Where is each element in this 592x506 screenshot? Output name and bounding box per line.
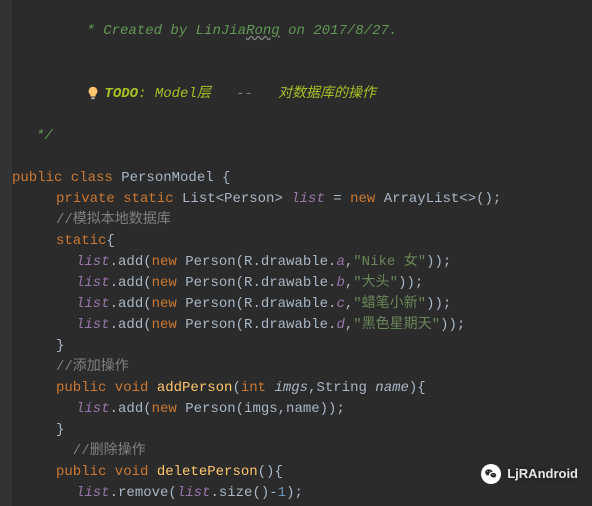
stmt-line: list.add(new Person(R.drawable.c,"蜡笔小新")… (12, 294, 592, 315)
comment-line: //删除操作 (12, 441, 592, 462)
blank-line (12, 147, 592, 168)
brace-line: } (12, 420, 592, 441)
doc-comment-end: */ (12, 126, 592, 147)
stmt-line: list.add(new Person(imgs,name)); (12, 399, 592, 420)
stmt-line: list.remove(list.size()-1); (12, 483, 592, 504)
static-block: static{ (12, 231, 592, 252)
stmt-line: list.add(new Person(R.drawable.a,"Nike 女… (12, 252, 592, 273)
method-decl: public void addPerson(int imgs,String na… (12, 378, 592, 399)
brace-line: } (12, 336, 592, 357)
comment-line: //添加操作 (12, 357, 592, 378)
doc-comment-line: * Created by LinJiaRong on 2017/8/27. (12, 0, 592, 63)
stmt-line: list.add(new Person(R.drawable.b,"大头")); (12, 273, 592, 294)
comment-line: //模拟本地数据库 (12, 210, 592, 231)
field-decl: private static List<Person> list = new A… (12, 189, 592, 210)
stmt-line: list.add(new Person(R.drawable.d,"黑色星期天"… (12, 315, 592, 336)
code-editor[interactable]: * Created by LinJiaRong on 2017/8/27. TO… (0, 0, 592, 506)
code-area[interactable]: * Created by LinJiaRong on 2017/8/27. TO… (12, 0, 592, 506)
watermark-text: LjRAndroid (507, 463, 578, 484)
wechat-icon (481, 464, 501, 484)
todo-line: TODO: Model层 -- 对数据库的操作 (12, 63, 592, 126)
class-decl: public class PersonModel { (12, 168, 592, 189)
gutter (0, 0, 12, 506)
intention-bulb-icon[interactable] (86, 86, 100, 100)
watermark: LjRAndroid (481, 463, 578, 484)
